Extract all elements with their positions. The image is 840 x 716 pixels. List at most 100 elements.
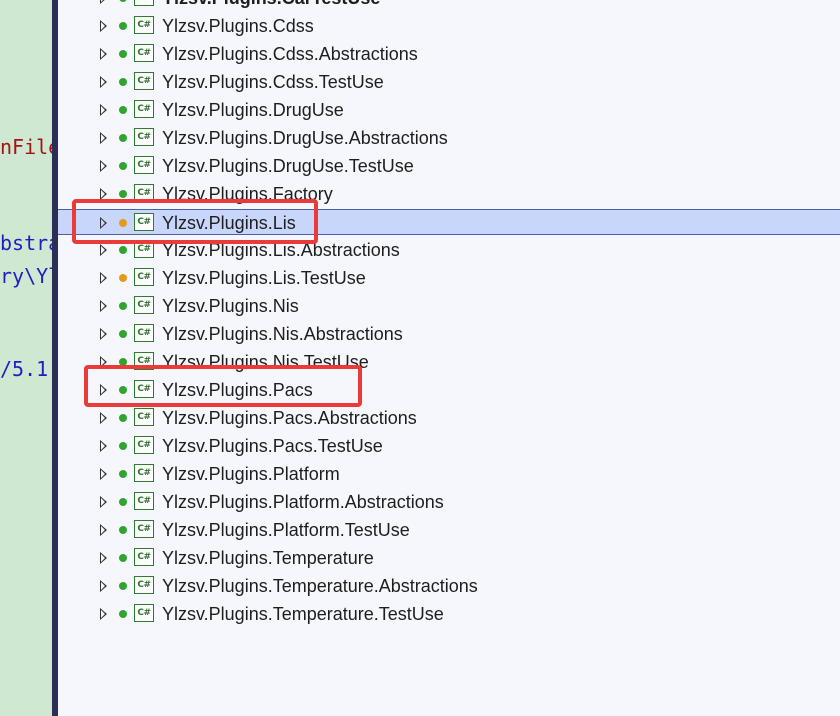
expand-arrow-icon[interactable] — [100, 132, 107, 144]
csharp-project-icon: C# — [134, 296, 154, 314]
expand-arrow-icon[interactable] — [100, 0, 107, 4]
project-item[interactable]: C# Ylzsv.Plugins.Platform.TestUse — [58, 517, 840, 543]
project-name: Ylzsv.Plugins.Lis.TestUse — [162, 268, 366, 288]
code-line: bstra — [0, 231, 52, 255]
csharp-project-icon: C# — [134, 0, 154, 6]
project-item[interactable]: C# Ylzsv.Plugins.Lis.TestUse — [58, 265, 840, 291]
project-name: Ylzsv.Plugins.Platform — [162, 464, 340, 484]
csharp-project-icon: C# — [134, 184, 154, 202]
csharp-project-icon: C# — [134, 213, 154, 231]
project-name: Ylzsv.Plugins.Temperature.Abstractions — [162, 576, 478, 596]
expand-arrow-icon[interactable] — [100, 496, 107, 508]
ok-status-icon — [119, 582, 127, 590]
project-item[interactable]: C# Ylzsv.Plugins.Cdss — [58, 13, 840, 39]
ok-status-icon — [119, 386, 127, 394]
project-item[interactable]: C# Ylzsv.Plugins.Temperature.TestUse — [58, 601, 840, 627]
project-item[interactable]: C# Ylzsv.Plugins.DrugUse.TestUse — [58, 153, 840, 179]
project-item[interactable]: C# Ylzsv.Plugins.Lis — [58, 209, 840, 235]
expand-arrow-icon[interactable] — [100, 76, 107, 88]
expand-arrow-icon[interactable] — [100, 412, 107, 424]
project-item[interactable]: C# Ylzsv.Plugins.Nis.Abstractions — [58, 321, 840, 347]
csharp-project-icon: C# — [134, 520, 154, 538]
project-name: Ylzsv.Plugins.CarTestUse — [162, 0, 380, 10]
expand-arrow-icon[interactable] — [100, 440, 107, 452]
project-item[interactable]: C# Ylzsv.Plugins.Temperature.Abstractions — [58, 573, 840, 599]
expand-arrow-icon[interactable] — [100, 580, 107, 592]
csharp-project-icon: C# — [134, 436, 154, 454]
project-name: Ylzsv.Plugins.Pacs — [162, 380, 313, 400]
project-item[interactable]: C# Ylzsv.Plugins.Cdss.TestUse — [58, 69, 840, 95]
csharp-project-icon: C# — [134, 380, 154, 398]
ok-status-icon — [119, 414, 127, 422]
project-item[interactable]: C# Ylzsv.Plugins.Cdss.Abstractions — [58, 41, 840, 67]
warning-status-icon — [119, 274, 127, 282]
code-line: nFile — [0, 135, 52, 159]
project-name: Ylzsv.Plugins.Cdss.Abstractions — [162, 44, 418, 64]
ok-status-icon — [119, 330, 127, 338]
code-line: /5.1. — [0, 357, 52, 381]
ok-status-icon — [119, 22, 127, 30]
warning-status-icon — [119, 219, 127, 227]
csharp-project-icon: C# — [134, 268, 154, 286]
code-editor-peek[interactable]: nFile bstra ry\Yl /5.1. — [0, 0, 52, 716]
expand-arrow-icon[interactable] — [100, 524, 107, 536]
expand-arrow-icon[interactable] — [100, 160, 107, 172]
expand-arrow-icon[interactable] — [100, 188, 107, 200]
project-item[interactable]: C# Ylzsv.Plugins.CarTestUse — [58, 0, 840, 11]
project-item[interactable]: C# Ylzsv.Plugins.Platform — [58, 461, 840, 487]
expand-arrow-icon[interactable] — [100, 552, 107, 564]
expand-arrow-icon[interactable] — [100, 272, 107, 284]
project-name: Ylzsv.Plugins.Lis — [162, 213, 296, 233]
expand-arrow-icon[interactable] — [100, 356, 107, 368]
project-item[interactable]: C# Ylzsv.Plugins.Nis — [58, 293, 840, 319]
project-item[interactable]: C# Ylzsv.Plugins.Platform.Abstractions — [58, 489, 840, 515]
ok-status-icon — [119, 106, 127, 114]
ok-status-icon — [119, 610, 127, 618]
expand-arrow-icon[interactable] — [100, 328, 107, 340]
expand-arrow-icon[interactable] — [100, 244, 107, 256]
project-name: Ylzsv.Plugins.Pacs.Abstractions — [162, 408, 417, 428]
csharp-project-icon: C# — [134, 156, 154, 174]
expand-arrow-icon[interactable] — [100, 104, 107, 116]
csharp-project-icon: C# — [134, 100, 154, 118]
project-name: Ylzsv.Plugins.Temperature.TestUse — [162, 604, 444, 624]
csharp-project-icon: C# — [134, 464, 154, 482]
project-item[interactable]: C# Ylzsv.Plugins.Pacs — [58, 377, 840, 403]
project-name: Ylzsv.Plugins.Nis — [162, 296, 299, 316]
ok-status-icon — [119, 162, 127, 170]
expand-arrow-icon[interactable] — [100, 384, 107, 396]
project-item[interactable]: C# Ylzsv.Plugins.Factory — [58, 181, 840, 207]
project-item[interactable]: C# Ylzsv.Plugins.DrugUse.Abstractions — [58, 125, 840, 151]
project-name: Ylzsv.Plugins.Factory — [162, 184, 333, 204]
project-item[interactable]: C# Ylzsv.Plugins.DrugUse — [58, 97, 840, 123]
ok-status-icon — [119, 358, 127, 366]
ok-status-icon — [119, 246, 127, 254]
project-name: Ylzsv.Plugins.Cdss.TestUse — [162, 72, 384, 92]
project-name: Ylzsv.Plugins.Nis.TestUse — [162, 352, 369, 372]
project-item[interactable]: C# Ylzsv.Plugins.Temperature — [58, 545, 840, 571]
csharp-project-icon: C# — [134, 324, 154, 342]
ok-status-icon — [119, 498, 127, 506]
project-item[interactable]: C# Ylzsv.Plugins.Pacs.Abstractions — [58, 405, 840, 431]
expand-arrow-icon[interactable] — [100, 468, 107, 480]
expand-arrow-icon[interactable] — [100, 608, 107, 620]
csharp-project-icon: C# — [134, 240, 154, 258]
project-name: Ylzsv.Plugins.Lis.Abstractions — [162, 240, 400, 260]
ok-status-icon — [119, 50, 127, 58]
expand-arrow-icon[interactable] — [100, 48, 107, 60]
project-name: Ylzsv.Plugins.Platform.Abstractions — [162, 492, 444, 512]
project-item[interactable]: C# Ylzsv.Plugins.Pacs.TestUse — [58, 433, 840, 459]
csharp-project-icon: C# — [134, 408, 154, 426]
expand-arrow-icon[interactable] — [100, 20, 107, 32]
csharp-project-icon: C# — [134, 352, 154, 370]
project-name: Ylzsv.Plugins.Cdss — [162, 16, 314, 36]
ok-status-icon — [119, 78, 127, 86]
project-item[interactable]: C# Ylzsv.Plugins.Lis.Abstractions — [58, 237, 840, 263]
expand-arrow-icon[interactable] — [100, 217, 107, 229]
code-line: ry\Yl — [0, 264, 52, 288]
csharp-project-icon: C# — [134, 72, 154, 90]
project-item[interactable]: C# Ylzsv.Plugins.Nis.TestUse — [58, 349, 840, 375]
csharp-project-icon: C# — [134, 44, 154, 62]
project-name: Ylzsv.Plugins.DrugUse.Abstractions — [162, 128, 448, 148]
expand-arrow-icon[interactable] — [100, 300, 107, 312]
